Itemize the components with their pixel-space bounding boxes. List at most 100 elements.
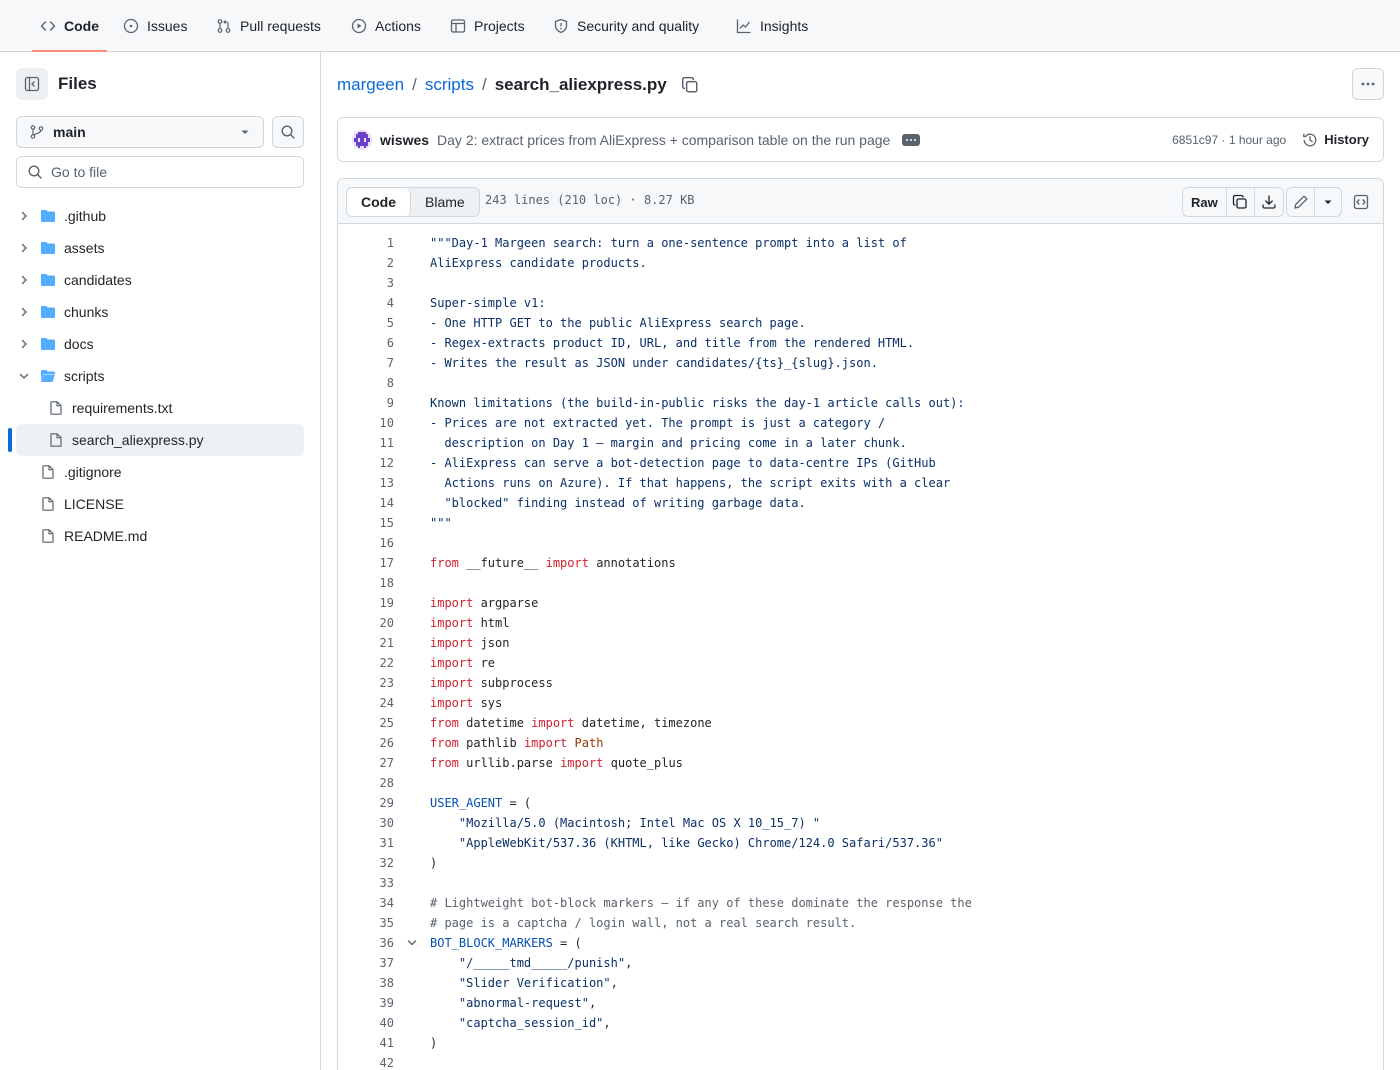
- line-number[interactable]: 32: [338, 853, 394, 873]
- file-icon: [42, 497, 54, 511]
- line-number[interactable]: 29: [338, 793, 394, 813]
- search-icon: [281, 125, 295, 139]
- line-number[interactable]: 3: [338, 273, 394, 293]
- tree-folder-item[interactable]: docs: [0, 328, 320, 360]
- blame-view-button[interactable]: Blame: [411, 188, 479, 216]
- search-files-button[interactable]: [272, 116, 304, 148]
- line-number[interactable]: 5: [338, 313, 394, 333]
- avatar[interactable]: [352, 129, 372, 150]
- download-raw-button[interactable]: [1255, 188, 1283, 216]
- code-line: 9 Known limitations (the build-in-public …: [338, 393, 1383, 413]
- line-number[interactable]: 41: [338, 1033, 394, 1053]
- line-number[interactable]: 19: [338, 593, 394, 613]
- edit-group: [1286, 187, 1342, 217]
- code-line: 16: [338, 533, 1383, 553]
- line-number[interactable]: 27: [338, 753, 394, 773]
- line-number[interactable]: 17: [338, 553, 394, 573]
- line-number[interactable]: 8: [338, 373, 394, 393]
- line-number[interactable]: 23: [338, 673, 394, 693]
- tree-folder-item[interactable]: candidates: [0, 264, 320, 296]
- commit-author-link[interactable]: wiswes: [380, 132, 429, 148]
- code-toolbar: Code Blame 243 lines (210 loc) · 8.27 KB…: [338, 179, 1383, 224]
- copy-raw-button[interactable]: [1227, 188, 1255, 216]
- line-number[interactable]: 1: [338, 233, 394, 253]
- tree-file-item[interactable]: search_aliexpress.py: [0, 424, 320, 456]
- code-view-button[interactable]: Code: [347, 188, 411, 216]
- line-number[interactable]: 31: [338, 833, 394, 853]
- tab-projects[interactable]: Projects: [450, 0, 525, 52]
- expand-commit-message-button[interactable]: [902, 133, 921, 146]
- line-number[interactable]: 25: [338, 713, 394, 733]
- line-number[interactable]: 39: [338, 993, 394, 1013]
- copy-path-icon[interactable]: [681, 76, 699, 94]
- tree-folder-item[interactable]: scripts: [0, 360, 320, 392]
- line-number[interactable]: 4: [338, 293, 394, 313]
- tree-file-item[interactable]: LICENSE: [0, 488, 320, 520]
- line-number[interactable]: 26: [338, 733, 394, 753]
- tree-file-item[interactable]: requirements.txt: [0, 392, 320, 424]
- code-line: 31 "AppleWebKit/537.36 (KHTML, like Geck…: [338, 833, 1383, 853]
- folder-icon: [41, 274, 55, 286]
- go-to-file-field[interactable]: [16, 156, 304, 188]
- edit-file-button[interactable]: [1287, 188, 1315, 216]
- code-line-text: description on Day 1 — margin and pricin…: [430, 436, 907, 450]
- tree-folder-item[interactable]: assets: [0, 232, 320, 264]
- tree-file-item[interactable]: .gitignore: [0, 456, 320, 488]
- line-number[interactable]: 9: [338, 393, 394, 413]
- line-number[interactable]: 28: [338, 773, 394, 793]
- code-line: 6 - Regex-extracts product ID, URL, and t…: [338, 333, 1383, 353]
- line-number[interactable]: 22: [338, 653, 394, 673]
- collapse-sidebar-button[interactable]: [16, 68, 48, 100]
- line-number[interactable]: 38: [338, 973, 394, 993]
- more-options-button[interactable]: [1352, 68, 1384, 100]
- line-number[interactable]: 16: [338, 533, 394, 553]
- tree-file-item[interactable]: README.md: [0, 520, 320, 552]
- tab-actions[interactable]: Actions: [351, 0, 421, 52]
- code-line-text: BOT_BLOCK_MARKERS = (: [430, 936, 582, 950]
- line-number[interactable]: 10: [338, 413, 394, 433]
- line-number[interactable]: 15: [338, 513, 394, 533]
- tab-security[interactable]: Security and quality: [553, 0, 699, 52]
- shield-icon: [554, 18, 568, 34]
- raw-button[interactable]: Raw: [1183, 188, 1227, 216]
- line-number[interactable]: 14: [338, 493, 394, 513]
- line-number[interactable]: 30: [338, 813, 394, 833]
- line-number[interactable]: 12: [338, 453, 394, 473]
- line-number[interactable]: 21: [338, 633, 394, 653]
- line-number[interactable]: 34: [338, 893, 394, 913]
- line-number[interactable]: 36: [338, 933, 394, 953]
- code-line-text: "/_____tmd_____/punish",: [458, 956, 633, 970]
- tree-folder-item[interactable]: chunks: [0, 296, 320, 328]
- breadcrumb-folder-link[interactable]: scripts: [425, 75, 474, 95]
- commit-message-link[interactable]: Day 2: extract prices from AliExpress + …: [437, 132, 890, 148]
- tab-code[interactable]: Code: [32, 0, 107, 52]
- breadcrumb-repo-link[interactable]: margeen: [337, 75, 404, 95]
- code-line: 5 - One HTTP GET to the public AliExpress…: [338, 313, 1383, 333]
- line-number[interactable]: 35: [338, 913, 394, 933]
- tab-insights[interactable]: Insights: [736, 0, 808, 52]
- line-number[interactable]: 13: [338, 473, 394, 493]
- tab-pull-requests[interactable]: Pull requests: [216, 0, 321, 52]
- line-number[interactable]: 20: [338, 613, 394, 633]
- branch-selector[interactable]: main: [16, 116, 264, 148]
- line-number[interactable]: 11: [338, 433, 394, 453]
- history-button[interactable]: History: [1302, 132, 1369, 148]
- go-to-file-input[interactable]: [51, 164, 291, 180]
- download-icon: [1262, 195, 1276, 209]
- line-number[interactable]: 40: [338, 1013, 394, 1033]
- symbols-panel-button[interactable]: [1346, 187, 1376, 217]
- code-line: 32): [338, 853, 1383, 873]
- edit-options-dropdown[interactable]: [1315, 188, 1341, 216]
- tab-issues[interactable]: Issues: [123, 0, 187, 52]
- line-number[interactable]: 18: [338, 573, 394, 593]
- commit-sha-and-time[interactable]: 6851c97 · 1 hour ago: [1172, 133, 1286, 147]
- fold-chevron-icon[interactable]: [404, 935, 420, 951]
- line-number[interactable]: 33: [338, 873, 394, 893]
- tree-folder-item[interactable]: .github: [0, 200, 320, 232]
- line-number[interactable]: 7: [338, 353, 394, 373]
- line-number[interactable]: 24: [338, 693, 394, 713]
- line-number[interactable]: 37: [338, 953, 394, 973]
- line-number[interactable]: 42: [338, 1053, 394, 1070]
- line-number[interactable]: 6: [338, 333, 394, 353]
- line-number[interactable]: 2: [338, 253, 394, 273]
